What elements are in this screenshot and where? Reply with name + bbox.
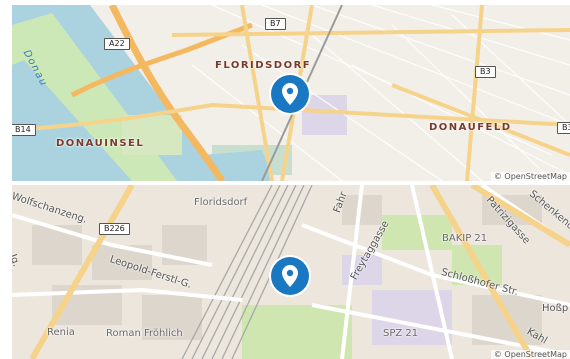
- place-label-renia: Renia: [47, 327, 75, 338]
- street-label-hossp: Hoßp: [542, 303, 569, 314]
- place-label-bakip-21: BAKIP 21: [442, 233, 488, 244]
- road-shield-b226: B226: [99, 223, 130, 235]
- overview-map[interactable]: Donau FLORIDSDORF DONAUINSEL DONAUFELD B…: [12, 5, 570, 181]
- place-label-floridsdorf: Floridsdorf: [194, 197, 248, 208]
- place-label-spz-21: SPZ 21: [383, 328, 419, 339]
- district-label-donauinsel: DONAUINSEL: [56, 138, 145, 149]
- district-label-floridsdorf: FLORIDSDORF: [215, 60, 312, 71]
- detail-map[interactable]: Floridsdorf Wolfschanzeng. B226 Ig. Leop…: [12, 185, 570, 359]
- road-shield-b3: B3: [475, 66, 496, 78]
- district-label-donaufeld: DONAUFELD: [429, 122, 512, 133]
- map-attribution[interactable]: © OpenStreetMap: [490, 350, 570, 359]
- road-shield-b14: B14: [12, 124, 36, 136]
- location-pin-icon[interactable]: [271, 257, 309, 295]
- road-shield-a22: A22: [104, 38, 130, 50]
- place-label-roman-froehlich: Roman Fröhlich: [106, 328, 183, 339]
- road-shield-b7: B7: [265, 18, 286, 30]
- map-attribution[interactable]: © OpenStreetMap: [490, 172, 570, 181]
- road-shield-b3-east: B3: [557, 122, 570, 134]
- location-pin-icon[interactable]: [271, 75, 309, 113]
